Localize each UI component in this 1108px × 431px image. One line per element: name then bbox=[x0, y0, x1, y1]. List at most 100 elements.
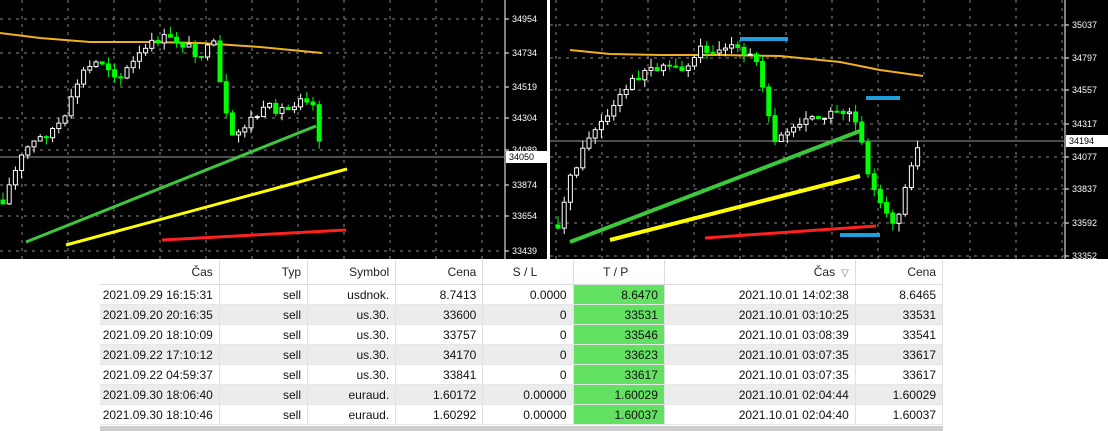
trade-history-table: Čas Typ Symbol Cena S / L T / P Čas ▽ Cen… bbox=[100, 260, 944, 425]
column-header-time[interactable]: Čas bbox=[100, 260, 220, 285]
candle-bullish bbox=[722, 47, 728, 51]
cell-time: 2021.09.22 17:10:12 bbox=[100, 344, 220, 365]
candle-bullish bbox=[130, 60, 136, 69]
candle-bullish bbox=[136, 52, 142, 62]
price-level-label: 33837 bbox=[1072, 184, 1097, 194]
cell-symbol: euraud. bbox=[307, 384, 397, 405]
candle-bullish bbox=[648, 67, 654, 71]
candle-bullish bbox=[611, 104, 617, 117]
table-row[interactable]: 2021.09.20 18:10:09 sell us.30. 33757 0 33546… bbox=[100, 324, 944, 345]
chart-right[interactable]: 35037 34797 34557 34317 34077 33837 33592 33352… bbox=[550, 0, 1108, 259]
table-row[interactable]: 2021.09.22 17:10:12 sell us.30. 34170 0 33623… bbox=[100, 344, 944, 365]
candle-bearish bbox=[704, 45, 710, 53]
cell-close-price: 33531 bbox=[855, 304, 944, 325]
candle-bullish bbox=[784, 131, 790, 136]
cell-close-price: 33541 bbox=[855, 324, 944, 345]
cell-tp: 33623 bbox=[573, 344, 665, 365]
cell-close-time: 2021.10.01 03:10:25 bbox=[664, 304, 856, 325]
candle-bullish bbox=[19, 154, 25, 172]
candle-bullish bbox=[660, 64, 666, 72]
cell-time: 2021.09.22 04:59:37 bbox=[100, 364, 220, 385]
candle-bullish bbox=[822, 117, 828, 120]
candle-bearish bbox=[636, 77, 642, 81]
candle-bullish bbox=[6, 184, 12, 205]
candle-bullish bbox=[598, 120, 604, 131]
candle-bullish bbox=[828, 110, 834, 119]
candle-bullish bbox=[902, 186, 908, 215]
candle-bearish bbox=[0, 199, 6, 205]
cell-type: sell bbox=[219, 364, 309, 385]
cell-symbol: usdnok. bbox=[307, 284, 397, 305]
candle-bullish bbox=[642, 69, 648, 81]
table-row[interactable]: 2021.09.20 20:16:35 sell us.30. 33600 0 33531… bbox=[100, 304, 944, 325]
column-header-type[interactable]: Typ bbox=[219, 260, 309, 285]
candle-bullish bbox=[915, 147, 921, 167]
column-header-close-time[interactable]: Čas ▽ bbox=[664, 260, 856, 285]
cell-price: 33600 bbox=[395, 304, 484, 325]
cell-type: sell bbox=[219, 304, 309, 325]
candle-bullish bbox=[93, 61, 99, 68]
candle-bullish bbox=[242, 127, 248, 133]
cell-symbol: us.30. bbox=[307, 344, 397, 365]
price-level-label: 34304 bbox=[512, 113, 537, 123]
candle-bearish bbox=[198, 56, 204, 59]
candlestick-chart-right[interactable]: 35037 34797 34557 34317 34077 33837 33592 33352… bbox=[550, 0, 1108, 259]
column-header-tp[interactable]: T / P bbox=[573, 260, 665, 285]
cell-close-price: 8.6465 bbox=[855, 284, 944, 305]
candle-bullish bbox=[574, 167, 580, 176]
candle-bearish bbox=[217, 40, 223, 83]
table-row[interactable]: 2021.09.30 18:10:46 sell euraud. 1.60292 0.0… bbox=[100, 404, 944, 425]
column-header-symbol[interactable]: Symbol bbox=[307, 260, 397, 285]
cell-close-price: 1.60029 bbox=[855, 384, 944, 405]
candle-bullish bbox=[81, 69, 87, 85]
cell-symbol: us.30. bbox=[307, 364, 397, 385]
table-row[interactable]: 2021.09.30 18:06:40 sell euraud. 1.60172 0.0… bbox=[100, 384, 944, 405]
cell-type: sell bbox=[219, 284, 309, 305]
price-level-label: 33439 bbox=[512, 246, 537, 256]
table-header-row: Čas Typ Symbol Cena S / L T / P Čas ▽ Cen… bbox=[100, 260, 944, 285]
cell-type: sell bbox=[219, 344, 309, 365]
trendline-green bbox=[25, 124, 317, 244]
cell-type: sell bbox=[219, 384, 309, 405]
candle-bullish bbox=[236, 131, 242, 136]
candle-bullish bbox=[267, 102, 273, 108]
chart-left[interactable]: 34954 34734 34519 34304 34089 33874 33654 33439… bbox=[0, 0, 547, 259]
candle-bullish bbox=[279, 106, 285, 114]
status-bar bbox=[100, 426, 943, 431]
candle-bearish bbox=[673, 65, 679, 68]
candle-bearish bbox=[840, 110, 846, 115]
cell-tp: 33617 bbox=[573, 364, 665, 385]
candle-bullish bbox=[623, 88, 629, 96]
candle-bearish bbox=[815, 116, 821, 120]
candlestick-chart-left[interactable]: 3495434734345193430434089338743365433439… bbox=[0, 0, 547, 259]
candle-bullish bbox=[586, 137, 592, 149]
table-row[interactable]: 2021.09.29 16:15:31 sell usdnok. 8.7413 0.00… bbox=[100, 284, 944, 305]
candle-bullish bbox=[205, 44, 211, 58]
candle-bullish bbox=[143, 47, 149, 54]
price-level-label: 33874 bbox=[512, 180, 537, 190]
candle-bullish bbox=[124, 67, 130, 79]
candle-bullish bbox=[561, 201, 567, 229]
cell-tp: 1.60029 bbox=[573, 384, 665, 405]
table-row[interactable]: 2021.09.22 04:59:37 sell us.30. 33841 0 33617… bbox=[100, 364, 944, 385]
candle-bullish bbox=[74, 83, 80, 98]
sort-down-icon: ▽ bbox=[841, 268, 849, 279]
cell-close-time: 2021.10.01 02:04:40 bbox=[664, 404, 856, 425]
cell-tp: 1.60037 bbox=[573, 404, 665, 425]
column-header-price[interactable]: Cena bbox=[395, 260, 484, 285]
candle-bullish bbox=[298, 98, 304, 108]
price-level-label: 34797 bbox=[1072, 53, 1097, 63]
candle-bullish bbox=[778, 134, 784, 142]
candle-bullish bbox=[87, 66, 93, 71]
column-header-sl[interactable]: S / L bbox=[482, 260, 574, 285]
candle-bearish bbox=[310, 101, 316, 106]
candle-bullish bbox=[161, 34, 167, 44]
candle-bullish bbox=[698, 45, 704, 59]
candle-bearish bbox=[871, 173, 877, 191]
column-header-close-price[interactable]: Cena bbox=[855, 260, 944, 285]
trade-table-body: 2021.09.29 16:15:31 sell usdnok. 8.7413 0.00… bbox=[100, 284, 944, 425]
candle-bullish bbox=[809, 116, 815, 120]
cell-type: sell bbox=[219, 404, 309, 425]
candle-bullish bbox=[729, 44, 735, 49]
candle-bearish bbox=[43, 136, 49, 139]
